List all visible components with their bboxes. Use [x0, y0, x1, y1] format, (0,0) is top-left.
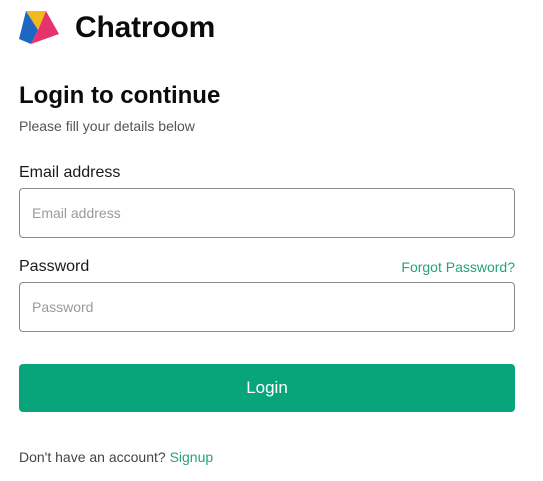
login-button[interactable]: Login: [19, 364, 515, 412]
brand-name: Chatroom: [75, 11, 216, 44]
password-label: Password: [19, 258, 90, 275]
email-input[interactable]: [19, 188, 515, 238]
signup-row: Don't have an account? Signup: [19, 448, 213, 466]
page-title: Login to continue: [19, 82, 221, 109]
forgot-password-link[interactable]: Forgot Password?: [401, 257, 515, 277]
brand: Chatroom: [18, 8, 215, 48]
page-subtitle: Please fill your details below: [19, 118, 195, 134]
signup-prompt: Don't have an account?: [19, 449, 166, 465]
signup-link[interactable]: Signup: [170, 449, 214, 465]
chatroom-logo-icon: [19, 11, 59, 44]
email-label: Email address: [19, 164, 121, 181]
password-input[interactable]: [19, 282, 515, 332]
